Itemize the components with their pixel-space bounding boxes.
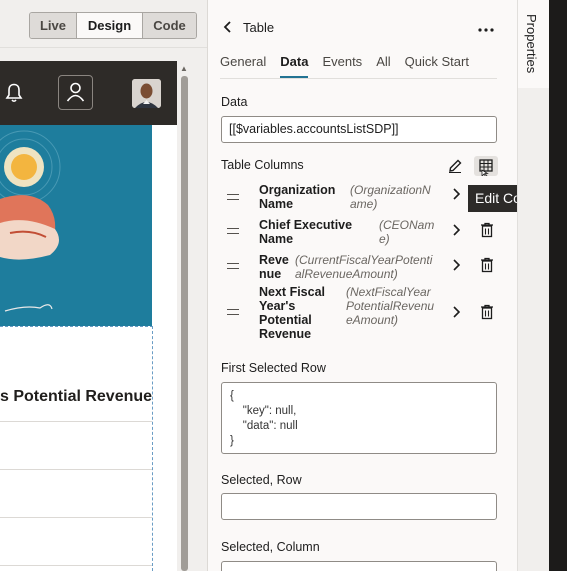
pencil-icon[interactable] xyxy=(447,158,463,179)
column-field: (CurrentFiscalYearPotenti alRevenueAmount… xyxy=(295,253,433,281)
column-name: Chief Executive Name xyxy=(259,218,353,246)
trash-icon[interactable] xyxy=(480,257,494,278)
drag-handle-icon[interactable] xyxy=(227,228,239,234)
user-menu-button[interactable] xyxy=(58,75,93,110)
column-name: Next Fiscal Year's Potential Revenue xyxy=(259,285,326,341)
drag-handle-icon[interactable] xyxy=(227,194,239,200)
panel-tabs: General Data Events All Quick Start xyxy=(220,54,483,78)
live-mode-button[interactable]: Live xyxy=(30,13,77,38)
page-preview: s Potential Revenue xyxy=(0,61,177,571)
properties-tab-label[interactable]: Properties xyxy=(524,14,539,73)
selected-column-label: Selected, Column xyxy=(221,540,320,554)
table-column-header: s Potential Revenue xyxy=(0,388,153,405)
table-selection-outline xyxy=(0,326,153,571)
more-horizontal-icon[interactable] xyxy=(478,20,494,38)
designer-canvas: Live Design Code s Potential Revenue ▲ xyxy=(0,0,207,571)
selected-row-label: Selected, Row xyxy=(221,473,302,487)
column-field: (CEONam e) xyxy=(379,218,435,246)
column-name: Reve nue xyxy=(259,253,289,281)
data-field[interactable]: [[$variables.accountsListSDP]] xyxy=(221,116,497,143)
mode-switcher: Live Design Code xyxy=(29,12,197,39)
canvas-gutter xyxy=(191,48,207,571)
selected-row-field[interactable] xyxy=(221,493,497,520)
mode-toolbar: Live Design Code xyxy=(0,0,207,48)
user-icon xyxy=(66,82,85,102)
avatar[interactable] xyxy=(132,79,161,108)
tab-events[interactable]: Events xyxy=(322,54,362,78)
bell-icon[interactable] xyxy=(5,83,23,108)
code-mode-button[interactable]: Code xyxy=(143,13,196,38)
tabs-divider xyxy=(220,78,497,79)
design-mode-button[interactable]: Design xyxy=(77,13,143,38)
table-column-row[interactable]: Reve nue (CurrentFiscalYearPotenti alReven… xyxy=(221,252,497,282)
scroll-up-icon[interactable]: ▲ xyxy=(180,64,188,73)
tab-all[interactable]: All xyxy=(376,54,390,78)
table-column-row[interactable]: Organization Name (OrganizationN ame) xyxy=(221,182,497,212)
table-row-divider xyxy=(0,517,152,518)
table-row-divider xyxy=(0,565,152,566)
chevron-right-icon[interactable] xyxy=(452,305,461,321)
data-label: Data xyxy=(221,95,248,109)
window-edge xyxy=(549,0,567,571)
chevron-right-icon[interactable] xyxy=(452,223,461,239)
drag-handle-icon[interactable] xyxy=(227,309,239,315)
trash-icon[interactable] xyxy=(480,304,494,325)
table-column-row[interactable]: Next Fiscal Year's Potential Revenue (NextF… xyxy=(221,284,497,342)
table-columns-label: Table Columns xyxy=(221,158,304,172)
tab-data[interactable]: Data xyxy=(280,54,309,78)
trash-icon[interactable] xyxy=(480,222,494,243)
chevron-right-icon[interactable] xyxy=(452,187,461,203)
drag-handle-icon[interactable] xyxy=(227,263,239,269)
column-field: (OrganizationN ame) xyxy=(350,183,431,211)
panel-scroll-gutter xyxy=(517,88,549,571)
panel-title: Table xyxy=(243,20,275,35)
column-field: (NextFiscalYear PotentialRevenu eAmount) xyxy=(346,285,435,327)
table-column-row[interactable]: Chief Executive Name (CEONam e) xyxy=(221,217,497,247)
edit-columns-button[interactable] xyxy=(474,156,498,178)
table-row-divider xyxy=(0,469,152,470)
first-selected-row-label: First Selected Row xyxy=(221,361,326,375)
tab-general[interactable]: General xyxy=(220,54,266,78)
chevron-right-icon[interactable] xyxy=(452,258,461,274)
hero-image xyxy=(0,125,152,326)
preview-scrollbar-thumb[interactable] xyxy=(181,76,188,571)
app-header xyxy=(0,61,177,125)
chevron-left-icon[interactable] xyxy=(222,18,234,38)
table-edit-icon xyxy=(479,159,493,178)
tab-quick-start[interactable]: Quick Start xyxy=(405,54,469,78)
column-name: Organization Name xyxy=(259,183,336,211)
first-selected-row-field[interactable]: { "key": null, "data": null } xyxy=(221,382,497,454)
table-row-divider xyxy=(0,421,152,422)
selected-column-field[interactable] xyxy=(221,561,497,571)
